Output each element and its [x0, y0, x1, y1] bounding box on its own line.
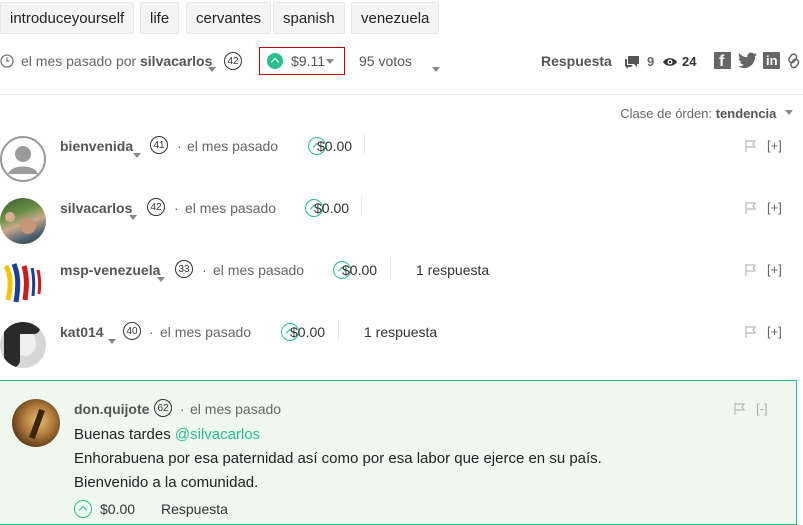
- linkedin-icon[interactable]: in: [763, 52, 780, 69]
- comment-replies[interactable]: 1 respuesta: [364, 324, 437, 340]
- flag-icon[interactable]: [745, 326, 756, 338]
- tag-venezuela[interactable]: venezuela: [351, 2, 440, 34]
- post-votes[interactable]: 95 votos: [359, 53, 412, 69]
- avatar[interactable]: [12, 399, 60, 447]
- tag-spanish[interactable]: spanish: [273, 2, 345, 34]
- twitter-icon[interactable]: [738, 52, 757, 69]
- comment-time: el mes pasado: [213, 262, 305, 278]
- comment-payout: $0.00: [100, 501, 136, 517]
- separator: [361, 196, 362, 216]
- comments-count: 9: [647, 54, 655, 69]
- comment-item: kat014 40 · el mes pasado $0.00 1 respue…: [0, 314, 803, 376]
- votes-dropdown-caret[interactable]: [432, 67, 441, 73]
- comment-time-separator: ·: [174, 200, 179, 216]
- comment-replies[interactable]: 1 respuesta: [416, 262, 489, 278]
- facebook-icon[interactable]: f: [714, 52, 731, 70]
- payout-dropdown-caret[interactable]: [326, 59, 334, 64]
- separator: [390, 258, 391, 278]
- flag-icon[interactable]: [745, 264, 756, 276]
- tag-cervantes[interactable]: cervantes: [186, 2, 272, 34]
- comment-time-separator: ·: [177, 138, 182, 154]
- comment-payout: $0.00: [342, 262, 378, 278]
- expand-toggle[interactable]: [+]: [767, 262, 782, 277]
- avatar[interactable]: [0, 136, 46, 182]
- comment-author[interactable]: don.quijote: [74, 401, 149, 417]
- sort-value[interactable]: tendencia: [716, 106, 777, 121]
- divider: [0, 94, 803, 95]
- avatar[interactable]: [0, 260, 46, 306]
- post-payout-box[interactable]: $9.11: [259, 47, 345, 75]
- post-reply-link[interactable]: Respuesta: [541, 53, 612, 69]
- comment-time-separator: ·: [202, 262, 207, 278]
- comment-time-separator: ·: [180, 401, 185, 417]
- comment-author-rep: 62: [154, 399, 172, 417]
- comment-body-line-3: Bienvenido a la comunidad.: [74, 474, 259, 491]
- expand-toggle[interactable]: [+]: [767, 324, 782, 339]
- post-meta: el mes pasado por silvacarlos 42 $9.11 9…: [0, 47, 803, 75]
- sort-label: Clase de órden:: [620, 106, 713, 121]
- comment-time: el mes pasado: [190, 401, 282, 417]
- expand-toggle[interactable]: [+]: [767, 200, 782, 215]
- post-time: el mes pasado por: [21, 53, 137, 69]
- comment-author-rep: 33: [175, 260, 193, 278]
- comments-icon: [625, 56, 639, 69]
- post-author[interactable]: silvacarlos: [140, 53, 212, 69]
- comment-time: el mes pasado: [160, 324, 252, 340]
- comment-payout: $0.00: [317, 138, 353, 154]
- flag-icon[interactable]: [734, 403, 745, 415]
- comment-time: el mes pasado: [185, 200, 277, 216]
- comment-payout: $0.00: [290, 324, 326, 340]
- author-dropdown-caret[interactable]: [108, 338, 116, 344]
- comment-author-rep: 40: [123, 322, 141, 340]
- post-author-rep: 42: [224, 52, 242, 70]
- comment-author[interactable]: msp-venezuela: [60, 262, 160, 278]
- views-count: 24: [682, 54, 697, 69]
- mention-link[interactable]: @silvacarlos: [175, 426, 260, 443]
- sort-control[interactable]: Clase de órden: tendencia: [620, 106, 793, 121]
- avatar[interactable]: [0, 322, 46, 368]
- comment-payout: $0.00: [314, 200, 350, 216]
- tag-introduceyourself[interactable]: introduceyourself: [0, 2, 135, 34]
- author-dropdown-caret[interactable]: [129, 214, 137, 220]
- comment-item: msp-venezuela 33 · el mes pasado $0.00 1…: [0, 252, 803, 314]
- comment-reply-link[interactable]: Respuesta: [161, 501, 228, 517]
- eye-icon: [663, 58, 677, 66]
- flag-icon[interactable]: [745, 140, 756, 152]
- comment-greeting: Buenas tardes: [74, 426, 171, 443]
- post-payout: $9.11: [291, 53, 325, 69]
- featured-comment: don.quijote 62 · el mes pasado [-] Buena…: [0, 380, 797, 525]
- comment-item: silvacarlos 42 · el mes pasado $0.00 [+]: [0, 190, 803, 252]
- comment-author[interactable]: bienvenida: [60, 138, 133, 154]
- author-dropdown-caret[interactable]: [133, 152, 141, 158]
- comment-author[interactable]: kat014: [60, 324, 104, 340]
- comment-time-separator: ·: [149, 324, 154, 340]
- comment-author[interactable]: silvacarlos: [60, 200, 132, 216]
- author-dropdown-caret[interactable]: [157, 276, 165, 282]
- comment-body-line-2: Enhorabuena por esa paternidad así como …: [74, 450, 602, 467]
- flag-icon[interactable]: [745, 202, 756, 214]
- comment-item: bienvenida 41 · el mes pasado $0.00 [+]: [0, 128, 803, 190]
- separator: [364, 134, 365, 154]
- author-dropdown-caret[interactable]: [208, 67, 216, 73]
- link-icon[interactable]: [787, 53, 801, 69]
- comment-body-line-1: Buenas tardes @silvacarlos: [74, 426, 260, 443]
- avatar[interactable]: [0, 198, 46, 244]
- upvote-filled-icon[interactable]: [267, 53, 283, 69]
- comment-author-rep: 41: [150, 136, 168, 154]
- comment-time: el mes pasado: [187, 138, 279, 154]
- tag-life[interactable]: life: [140, 2, 180, 34]
- upvote-icon[interactable]: [74, 500, 92, 518]
- expand-toggle[interactable]: [+]: [767, 138, 782, 153]
- clock-icon: [0, 54, 14, 68]
- collapse-toggle[interactable]: [-]: [756, 401, 768, 416]
- comment-author-rep: 42: [147, 198, 165, 216]
- sort-dropdown-caret[interactable]: [785, 110, 793, 116]
- separator: [338, 320, 339, 340]
